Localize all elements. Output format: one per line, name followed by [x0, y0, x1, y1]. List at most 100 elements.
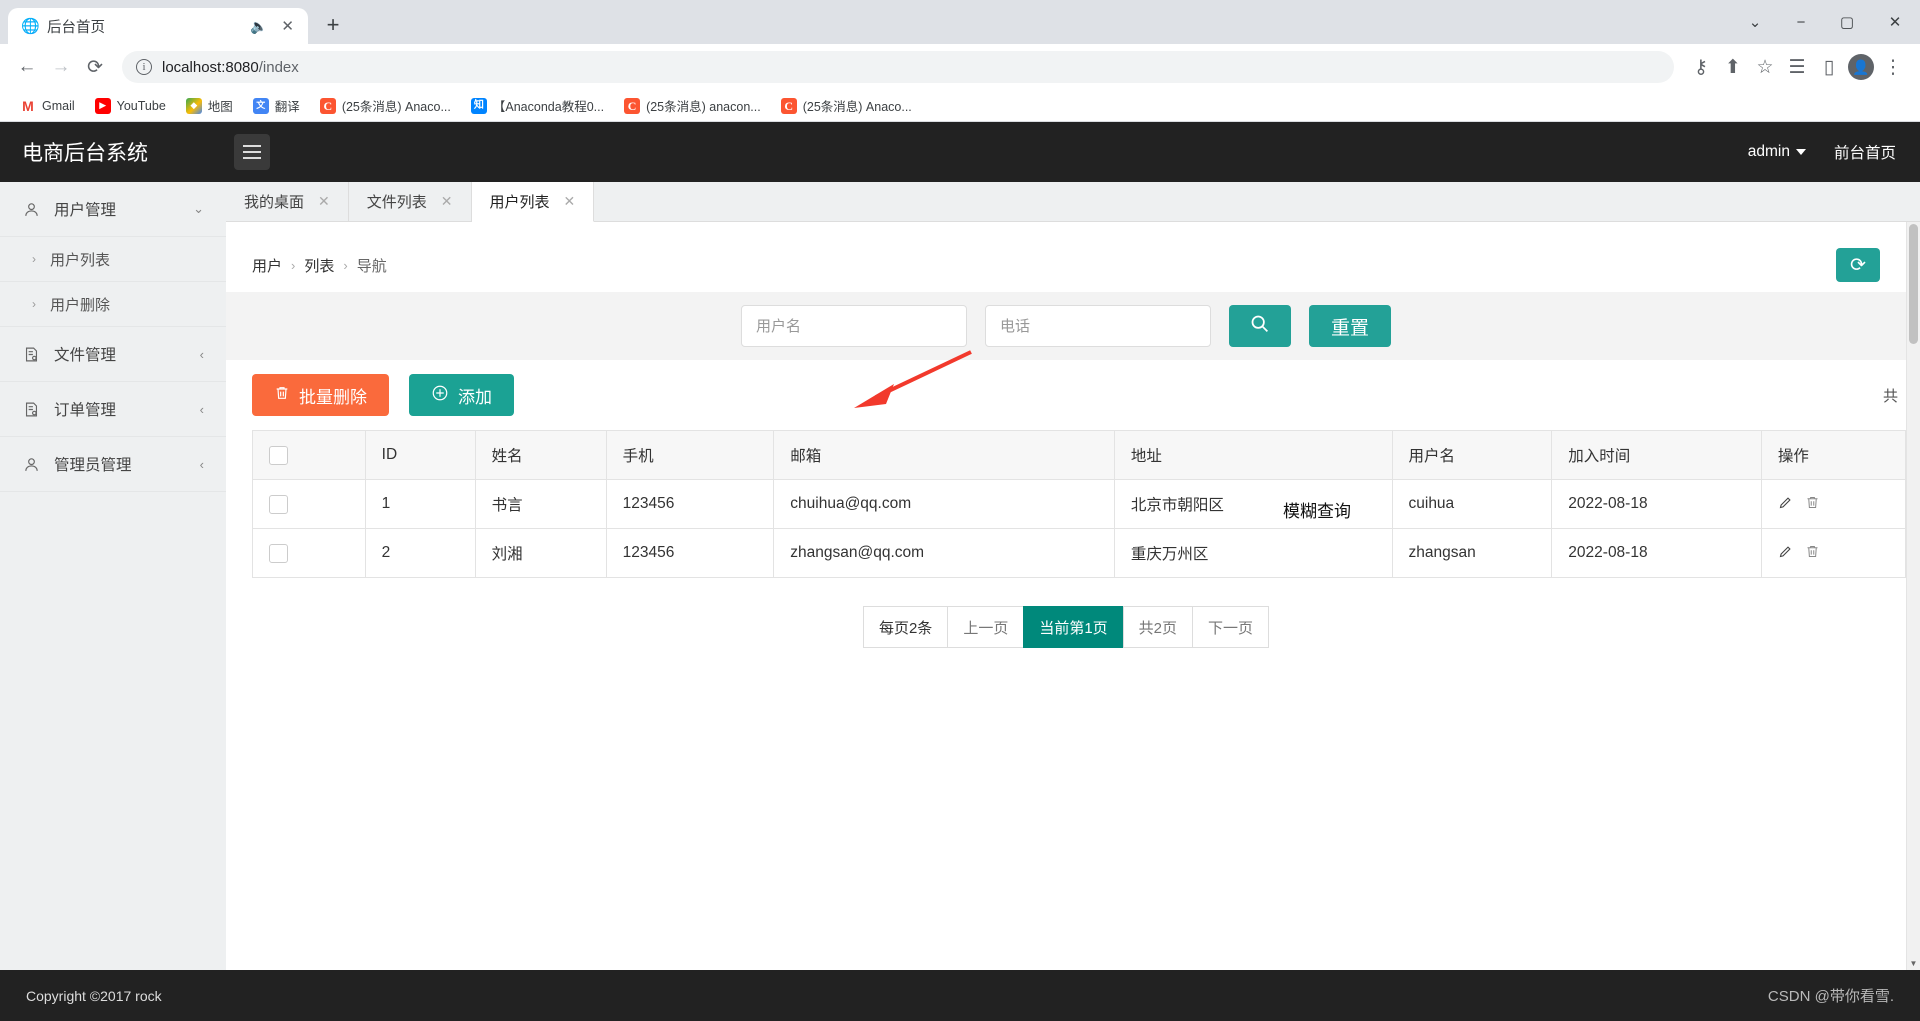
maximize-button[interactable]: ▢: [1824, 0, 1870, 44]
sidebar-item-user-delete[interactable]: › 用户删除: [0, 282, 226, 327]
chevron-left-icon: ‹: [199, 346, 204, 362]
refresh-icon[interactable]: ⟳: [1836, 248, 1880, 282]
zhihu-icon: 知: [470, 97, 487, 114]
bookmark-label: (25条消息) anacon...: [646, 100, 761, 114]
sidebar-item-file-management[interactable]: 文件管理 ‹: [0, 327, 226, 382]
bookmark-csdn-1[interactable]: C (25条消息) Anaco...: [312, 92, 459, 119]
watermark-text: CSDN @带你看雪.: [1767, 988, 1894, 1005]
search-button[interactable]: [1228, 305, 1291, 347]
cell-phone: 123456: [605, 528, 775, 578]
breadcrumb-separator: ›: [291, 257, 296, 273]
chevron-right-icon: ›: [32, 297, 36, 311]
row-checkbox[interactable]: [269, 543, 288, 563]
sidebar-item-order-management[interactable]: 订单管理 ‹: [0, 382, 226, 437]
content-scroll-wrapper: 用户 › 列表 › 导航 ⟳ 用户名 电话 重置 批量删除 添加 共 ID 姓名…: [226, 222, 1920, 970]
breadcrumb: 用户 › 列表 › 导航: [252, 255, 387, 276]
close-icon[interactable]: ✕: [318, 193, 330, 210]
breadcrumb-item[interactable]: 列表: [304, 255, 334, 276]
table-row[interactable]: 1 书言 123456 chuihua@qq.com 北京市朝阳区 cuihua…: [252, 479, 1906, 529]
back-icon[interactable]: ←: [12, 52, 42, 82]
cell-id: 1: [364, 479, 476, 529]
tab-label: 文件列表: [366, 194, 427, 211]
page-size-button[interactable]: 每页2条: [862, 606, 949, 648]
forward-icon[interactable]: →: [46, 52, 76, 82]
trash-icon[interactable]: [1805, 495, 1820, 514]
scrollbar-thumb[interactable]: [1909, 224, 1918, 344]
chevron-down-icon[interactable]: ⌄: [1732, 0, 1778, 44]
side-panel-icon[interactable]: ▯: [1814, 52, 1844, 82]
column-header-email: 邮箱: [773, 430, 1115, 480]
browser-tab-title: 后台首页: [47, 19, 105, 36]
bookmark-csdn-3[interactable]: C (25条消息) Anaco...: [773, 92, 920, 119]
reset-button[interactable]: 重置: [1308, 305, 1391, 347]
scroll-down-icon[interactable]: ▼: [1907, 956, 1920, 970]
user-menu[interactable]: admin: [1748, 143, 1806, 161]
bookmark-maps[interactable]: ◆ 地图: [178, 92, 241, 119]
bookmark-zhihu[interactable]: 知 【Anaconda教程0...: [463, 92, 612, 119]
column-header-username: 用户名: [1391, 430, 1553, 480]
search-bar: 重置: [226, 292, 1906, 360]
table-row[interactable]: 2 刘湘 123456 zhangsan@qq.com 重庆万州区 zhangs…: [252, 528, 1906, 578]
app-title: 电商后台系统: [22, 142, 148, 165]
total-pages-button[interactable]: 共2页: [1122, 606, 1194, 648]
vertical-scrollbar[interactable]: ▲ ▼: [1906, 222, 1920, 970]
copyright-text: Copyright ©2017 rock: [26, 987, 162, 1004]
breadcrumb-item[interactable]: 用户: [252, 255, 282, 276]
new-tab-button[interactable]: +: [316, 8, 350, 42]
bookmark-youtube[interactable]: ▶ YouTube: [87, 94, 174, 118]
key-icon[interactable]: ⚷: [1686, 52, 1716, 82]
add-button[interactable]: 添加: [409, 374, 514, 416]
column-header-phone: 手机: [605, 430, 775, 480]
row-checkbox[interactable]: [269, 494, 288, 514]
tab-file-list[interactable]: 文件列表 ✕: [349, 182, 472, 221]
content-area: 我的桌面 ✕ 文件列表 ✕ 用户列表 ✕ 用户 › 列表 › 导航 ⟳ 用户名 …: [226, 182, 1920, 970]
pencil-icon[interactable]: [1778, 544, 1793, 563]
close-icon[interactable]: ✕: [441, 193, 453, 210]
action-buttons: 批量删除 添加: [252, 374, 514, 416]
minimize-button[interactable]: −: [1778, 0, 1824, 44]
chevron-down-icon: ⌄: [193, 201, 204, 216]
plus-circle-icon: [431, 384, 449, 407]
url-path: /index: [258, 58, 299, 76]
prev-page-button[interactable]: 上一页: [947, 606, 1025, 648]
current-page-button[interactable]: 当前第1页: [1023, 606, 1124, 648]
front-site-link[interactable]: 前台首页: [1834, 141, 1896, 163]
three-dots-menu-icon[interactable]: ⋮: [1878, 52, 1908, 82]
browser-tab[interactable]: 🌐 后台首页 🔈 ✕: [8, 8, 308, 44]
speaker-mute-icon[interactable]: 🔈: [248, 18, 269, 35]
close-icon[interactable]: ✕: [277, 17, 298, 35]
globe-icon: 🌐: [21, 17, 40, 35]
tab-user-list[interactable]: 用户列表 ✕: [471, 182, 595, 222]
trash-icon[interactable]: [1805, 544, 1820, 563]
tab-my-desktop[interactable]: 我的桌面 ✕: [226, 182, 349, 221]
reading-list-icon[interactable]: ☰: [1782, 52, 1812, 82]
share-icon[interactable]: ⬆: [1718, 52, 1748, 82]
column-header-name: 姓名: [474, 430, 607, 480]
window-close-button[interactable]: ✕: [1870, 0, 1920, 44]
star-icon[interactable]: ☆: [1750, 52, 1780, 82]
sidebar-item-admin-management[interactable]: 管理员管理 ‹: [0, 437, 226, 492]
csdn-icon: C: [624, 97, 641, 114]
close-icon[interactable]: ✕: [564, 193, 576, 210]
sidebar-item-user-management[interactable]: 用户管理 ⌄: [0, 182, 226, 237]
cell-name: 刘湘: [474, 528, 607, 578]
address-bar[interactable]: i localhost:8080/index: [122, 51, 1674, 83]
select-all-checkbox[interactable]: [269, 445, 288, 465]
sidebar-item-user-list[interactable]: › 用户列表: [0, 237, 226, 282]
cell-joined: 2022-08-18: [1551, 528, 1762, 578]
search-input-phone[interactable]: [984, 305, 1211, 347]
hamburger-menu-icon[interactable]: [234, 134, 270, 170]
bookmark-csdn-2[interactable]: C (25条消息) anacon...: [616, 92, 769, 119]
info-circle-icon[interactable]: i: [136, 59, 152, 75]
bookmark-translate[interactable]: 文 翻译: [245, 92, 308, 119]
reload-icon[interactable]: ⟳: [80, 52, 110, 82]
pencil-icon[interactable]: [1778, 495, 1793, 514]
bookmark-gmail[interactable]: M Gmail: [12, 94, 83, 118]
search-input-username[interactable]: [740, 305, 967, 347]
bulk-delete-button[interactable]: 批量删除: [252, 374, 389, 416]
sidebar: 用户管理 ⌄ › 用户列表 › 用户删除 文件管理 ‹ 订单管理 ‹ 管理员管理…: [0, 182, 226, 970]
google-maps-icon: ◆: [185, 97, 202, 114]
breadcrumb-item: 导航: [356, 257, 387, 275]
next-page-button[interactable]: 下一页: [1192, 606, 1270, 648]
profile-avatar-icon[interactable]: 👤: [1846, 52, 1876, 82]
